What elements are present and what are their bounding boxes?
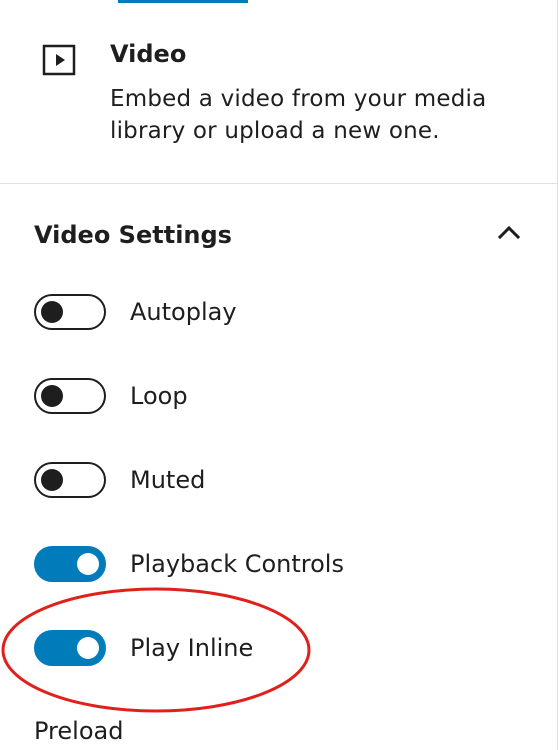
toggle-row-autoplay: Autoplay (34, 290, 514, 330)
block-title: Video (110, 40, 187, 68)
loop-toggle[interactable] (34, 378, 106, 414)
playback-controls-toggle[interactable] (34, 546, 106, 582)
autoplay-toggle[interactable] (34, 294, 106, 330)
chevron-up-icon[interactable] (494, 218, 524, 248)
toggle-row-play-inline: Play Inline (34, 626, 514, 666)
toggle-row-playback-controls: Playback Controls (34, 542, 514, 582)
preload-label: Preload (34, 717, 124, 745)
play-inline-label[interactable]: Play Inline (130, 632, 253, 664)
block-card: Video Embed a video from your media libr… (0, 0, 558, 184)
video-play-icon (42, 42, 76, 76)
toggle-knob (41, 301, 63, 323)
panel-header[interactable]: Video Settings (34, 218, 524, 254)
toggle-knob (77, 637, 99, 659)
muted-label[interactable]: Muted (130, 464, 205, 496)
playback-controls-label[interactable]: Playback Controls (130, 548, 344, 580)
loop-label[interactable]: Loop (130, 380, 188, 412)
toggle-knob (41, 385, 63, 407)
video-settings-panel: Video Settings Autoplay Loop Muted Playb… (0, 184, 558, 750)
block-description: Embed a video from your media library or… (110, 86, 487, 144)
panel-title: Video Settings (34, 221, 232, 249)
toggle-knob (41, 469, 63, 491)
toggle-row-loop: Loop (34, 374, 514, 414)
toggle-row-muted: Muted (34, 458, 514, 498)
autoplay-label[interactable]: Autoplay (130, 296, 237, 328)
play-inline-toggle[interactable] (34, 630, 106, 666)
toggle-knob (77, 553, 99, 575)
muted-toggle[interactable] (34, 462, 106, 498)
